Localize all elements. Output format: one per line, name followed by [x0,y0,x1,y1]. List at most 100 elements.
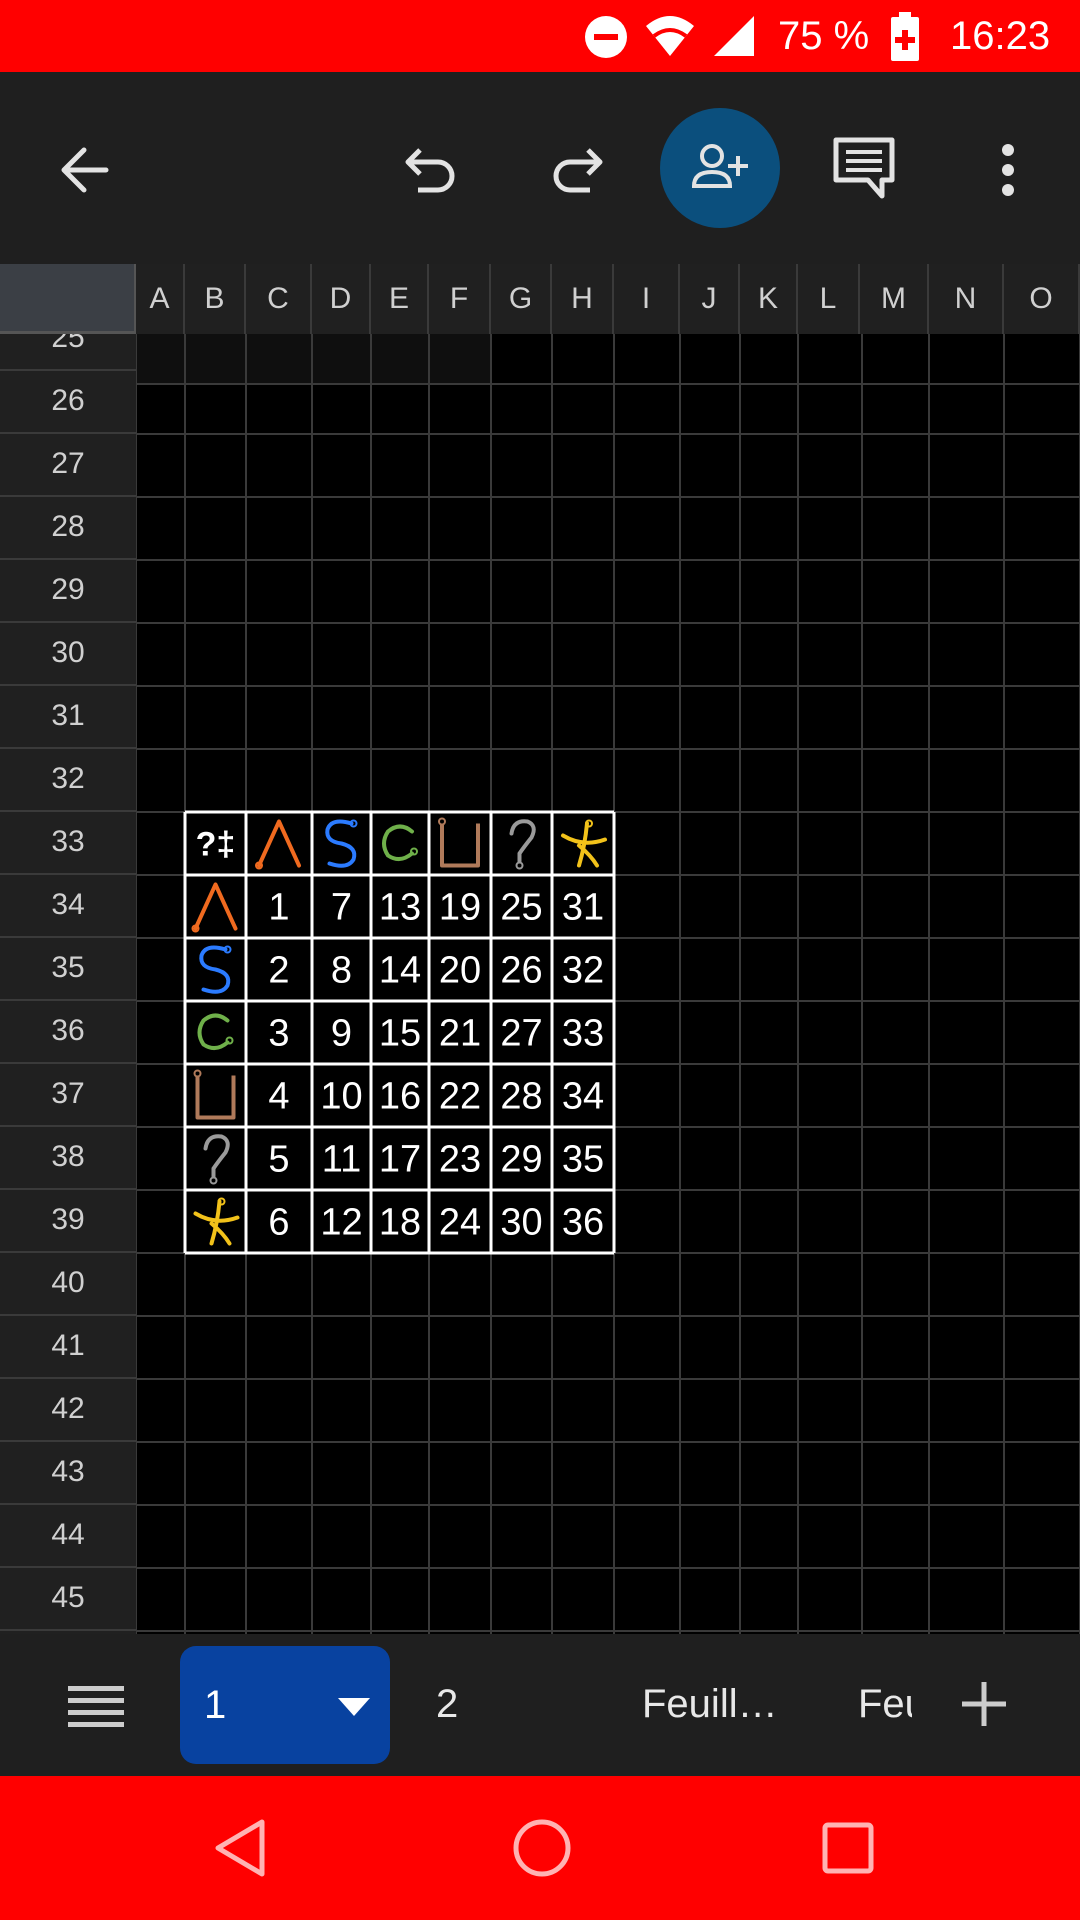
row-header[interactable]: 40 [0,1253,136,1316]
column-header[interactable]: F [429,264,491,334]
sheet-tab[interactable]: 2 [436,1679,458,1729]
table-cell-value[interactable]: 20 [439,950,481,992]
column-header[interactable]: B [185,264,246,334]
table-cell-value[interactable]: 19 [439,887,481,929]
table-cell-value[interactable]: 6 [268,1202,289,1244]
row-header[interactable]: 28 [0,497,136,560]
nav-recents-icon[interactable] [822,1820,874,1876]
column-header[interactable]: O [1004,264,1080,334]
column-header[interactable]: N [929,264,1004,334]
row-header[interactable]: 41 [0,1316,136,1379]
sheet-tab[interactable]: Feuill… [642,1679,792,1729]
table-cell-value[interactable]: 22 [439,1076,481,1118]
table-cell-value[interactable]: 28 [500,1076,542,1118]
table-cell-value[interactable]: 8 [331,950,352,992]
row-header[interactable]: 45 [0,1568,136,1631]
clock: 16:23 [950,14,1051,58]
share-button[interactable] [660,108,780,228]
hook-gray-symbol-icon [203,1134,230,1185]
table-cell-value[interactable]: 10 [320,1076,362,1118]
column-header[interactable]: L [798,264,860,334]
table-cell-value[interactable]: 2 [268,950,289,992]
column-header[interactable]: A [136,264,185,334]
row-header[interactable]: 33 [0,812,136,875]
table-cell-value[interactable]: 36 [562,1202,604,1244]
arrow-left-icon[interactable] [58,144,110,196]
comment-icon[interactable] [832,136,896,200]
table-cell-value[interactable]: 12 [320,1202,362,1244]
table-cell-value[interactable]: 3 [268,1013,289,1055]
row-header[interactable]: 43 [0,1442,136,1505]
table-cell-value[interactable]: 9 [331,1013,352,1055]
table-cell-value[interactable]: 4 [268,1076,289,1118]
hamburger-icon[interactable] [68,1684,124,1728]
table-cell-value[interactable]: 24 [439,1202,481,1244]
table-cell-value[interactable]: 27 [500,1013,542,1055]
row-header[interactable]: 44 [0,1505,136,1568]
fork-yellow-symbol-icon [193,1197,240,1246]
row-header[interactable]: 32 [0,749,136,812]
nav-home-icon[interactable] [512,1818,572,1878]
column-header[interactable]: C [246,264,312,334]
column-header[interactable]: M [860,264,929,334]
table-cell-value[interactable]: 11 [322,1139,361,1181]
column-header[interactable]: J [680,264,740,334]
table-cell-value[interactable]: 32 [562,950,604,992]
row-header[interactable]: 29 [0,560,136,623]
table-cell-value[interactable]: 23 [439,1139,481,1181]
table-cell-value[interactable]: 18 [379,1202,421,1244]
row-header[interactable]: 34 [0,875,136,938]
select-all-corner[interactable] [0,264,136,334]
column-header[interactable]: I [614,264,680,334]
table-cell-value[interactable]: 35 [562,1139,604,1181]
table-cell-value[interactable]: 34 [562,1076,604,1118]
nav-back-icon[interactable] [214,1818,266,1878]
row-header[interactable]: 26 [0,371,136,434]
table-cell-value[interactable]: 17 [379,1139,421,1181]
row-header[interactable]: 38 [0,1127,136,1190]
table-cell-value[interactable]: 13 [379,887,421,929]
sheet-grid[interactable]: ?‡ 1 7 13 19 25 31 2 8 14 20 26 32 3 9 15 21 27 33 4 10 16 22 2… [136,334,1080,1634]
table-cell-value[interactable]: 1 [268,887,289,929]
table-cell-value[interactable]: 29 [500,1139,542,1181]
row-header[interactable]: 42 [0,1379,136,1442]
column-header[interactable]: E [371,264,429,334]
table-cell-value[interactable]: 33 [562,1013,604,1055]
sheet-tab-active[interactable]: 1 [180,1646,390,1764]
fork-yellow-symbol-icon [561,819,607,868]
column-header[interactable]: K [740,264,798,334]
column-header[interactable]: D [312,264,371,334]
sheet-tab[interactable]: Feu [858,1679,912,1729]
status-bar: 75 % 16:23 [0,0,1080,72]
table-cell-value[interactable]: 5 [268,1139,289,1181]
battery-charging-icon [891,12,919,61]
wifi-icon [646,16,694,56]
undo-icon[interactable] [404,142,460,198]
redo-icon[interactable] [548,142,604,198]
row-header[interactable]: 25 [0,334,136,371]
table-cell-value[interactable]: 15 [379,1013,421,1055]
table-cell-value[interactable]: 21 [439,1013,481,1055]
row-header[interactable]: 39 [0,1190,136,1253]
row-header[interactable]: 31 [0,686,136,749]
column-header[interactable]: G [491,264,552,334]
plus-icon[interactable] [962,1682,1006,1726]
row-header[interactable]: 37 [0,1064,136,1127]
table-cell-value[interactable]: 25 [500,887,542,929]
hook-gray-symbol-icon [509,819,536,870]
row-header[interactable]: 35 [0,938,136,1001]
row-header[interactable]: 30 [0,623,136,686]
row-header[interactable]: 27 [0,434,136,497]
chevron-down-icon[interactable] [338,1698,370,1716]
row-header[interactable]: 36 [0,1001,136,1064]
table-cell-value[interactable]: 30 [500,1202,542,1244]
table-cell-value[interactable]: 26 [500,950,542,992]
column-header[interactable]: H [552,264,614,334]
table-cell-value[interactable]: 31 [562,887,604,929]
do-not-disturb-icon [585,16,627,58]
table-cell-value[interactable]: 7 [331,887,352,929]
person-add-icon [692,144,748,188]
table-cell-value[interactable]: 16 [379,1076,421,1118]
more-vert-icon[interactable] [998,142,1018,198]
table-cell-value[interactable]: 14 [379,950,421,992]
